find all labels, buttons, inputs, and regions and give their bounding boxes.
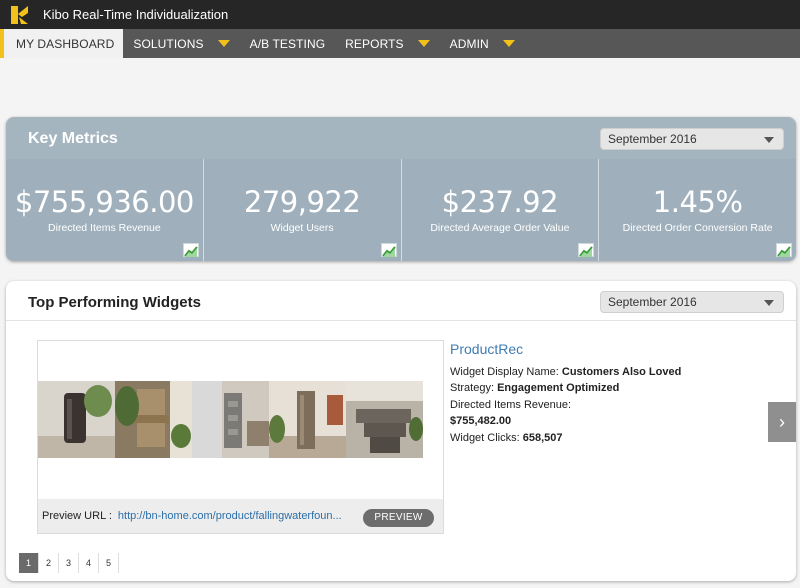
chevron-down-icon (764, 300, 774, 306)
nav-admin[interactable]: ADMIN (440, 29, 525, 58)
kibo-logo-icon[interactable] (11, 5, 29, 24)
product-image[interactable] (346, 381, 423, 458)
key-metrics-header: Key Metrics September 2016 (6, 117, 796, 159)
page-button[interactable]: 4 (79, 553, 99, 573)
clicks-label: Widget Clicks: (450, 431, 520, 444)
caret-down-icon[interactable] (217, 40, 230, 47)
preview-url-link[interactable]: http://bn-home.com/product/fallingwaterf… (118, 510, 342, 522)
trend-chart-icon[interactable] (578, 243, 595, 257)
app-title: Kibo Real-Time Individualization (43, 7, 229, 22)
metric-label: Directed Average Order Value (430, 222, 570, 234)
trend-chart-icon[interactable] (776, 243, 792, 257)
metric-value: 1.45% (652, 185, 743, 219)
period-value: September 2016 (608, 295, 697, 309)
page-button[interactable]: 2 (39, 553, 59, 573)
widget-clicks-row: Widget Clicks: 658,507 (450, 430, 690, 447)
caret-down-icon[interactable] (502, 40, 515, 47)
metric-card-aov: $237.92 Directed Average Order Value (401, 159, 600, 261)
trend-chart-icon[interactable] (380, 243, 397, 257)
preview-button[interactable]: PREVIEW (363, 509, 434, 527)
metric-card-revenue: $755,936.00 Directed Items Revenue (6, 159, 204, 261)
revenue-label: Directed Items Revenue: (450, 398, 572, 411)
product-image[interactable] (38, 381, 115, 458)
metric-card-users: 279,922 Widget Users (203, 159, 402, 261)
product-image[interactable] (192, 381, 269, 458)
product-image-strip (38, 381, 423, 458)
metric-cards: $755,936.00 Directed Items Revenue 279,9… (6, 159, 796, 261)
nav-solutions[interactable]: SOLUTIONS (123, 29, 239, 58)
product-image[interactable] (115, 381, 192, 458)
pagination: 1 2 3 4 5 (19, 553, 119, 573)
widget-preview: Preview URL : http://bn-home.com/product… (37, 340, 444, 534)
nav-label: SOLUTIONS (133, 36, 204, 51)
metric-value: $237.92 (441, 185, 559, 219)
metric-label: Widget Users (270, 222, 334, 234)
preview-url-label: Preview URL : (42, 510, 112, 522)
top-widgets-header: Top Performing Widgets September 2016 (6, 281, 796, 321)
widget-display-name-row: Widget Display Name: Customers Also Love… (450, 364, 690, 381)
product-image[interactable] (269, 381, 346, 458)
main-nav: MY DASHBOARD SOLUTIONS A/B TESTING REPOR… (0, 29, 800, 58)
nav-my-dashboard[interactable]: MY DASHBOARD (0, 29, 124, 58)
page-button[interactable]: 1 (19, 553, 39, 573)
key-metrics-period-select[interactable]: September 2016 (600, 128, 784, 150)
top-widgets-panel: Top Performing Widgets September 2016 Pr… (6, 281, 796, 581)
trend-chart-icon[interactable] (182, 243, 199, 257)
metric-value: 279,922 (243, 185, 361, 219)
display-name-label: Widget Display Name: (450, 365, 559, 378)
chevron-down-icon (764, 137, 774, 143)
key-metrics-title: Key Metrics (28, 130, 118, 147)
chevron-right-icon: › (779, 411, 785, 432)
page-button[interactable]: 5 (99, 553, 119, 573)
widget-revenue-row: Directed Items Revenue: $755,482.00 (450, 397, 690, 430)
preview-url-bar: Preview URL : http://bn-home.com/product… (38, 499, 443, 533)
revenue-value: $755,482.00 (450, 415, 512, 427)
caret-down-icon[interactable] (417, 40, 430, 47)
app-header: Kibo Real-Time Individualization (0, 0, 800, 29)
nav-label: MY DASHBOARD (16, 36, 115, 51)
nav-reports[interactable]: REPORTS (335, 29, 440, 58)
metric-label: Directed Order Conversion Rate (622, 222, 773, 234)
strategy-label: Strategy: (450, 382, 495, 394)
metric-value: $755,936.00 (14, 185, 194, 219)
metric-label: Directed Items Revenue (48, 222, 161, 234)
nav-label: REPORTS (345, 36, 404, 51)
widget-strategy-row: Strategy: Engagement Optimized (450, 380, 690, 397)
strategy-value: Engagement Optimized (497, 382, 620, 394)
metric-card-conversion: 1.45% Directed Order Conversion Rate (599, 159, 796, 261)
period-value: September 2016 (608, 132, 697, 146)
key-metrics-panel: Key Metrics September 2016 $755,936.00 D… (6, 117, 796, 261)
nav-label: ADMIN (449, 36, 489, 51)
widget-name-link[interactable]: ProductRec (450, 341, 690, 358)
top-widgets-title: Top Performing Widgets (28, 294, 201, 311)
nav-ab-testing[interactable]: A/B TESTING (240, 29, 336, 58)
next-widget-button[interactable]: › (768, 402, 796, 442)
top-widgets-period-select[interactable]: September 2016 (600, 291, 784, 313)
widget-details: ProductRec Widget Display Name: Customer… (450, 341, 690, 446)
clicks-value: 658,507 (522, 431, 563, 444)
display-name-value: Customers Also Loved (561, 365, 682, 378)
nav-label: A/B TESTING (249, 36, 326, 51)
page-button[interactable]: 3 (59, 553, 79, 573)
